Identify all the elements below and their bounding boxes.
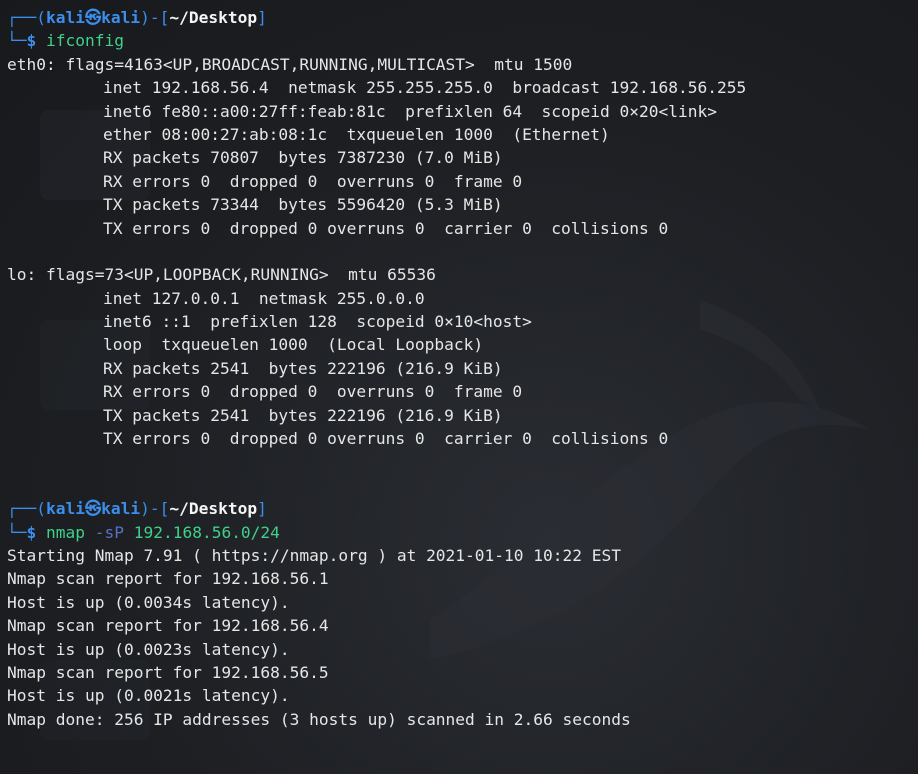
command-nmap: nmap	[46, 522, 85, 542]
lo-line: inet 127.0.0.1 netmask 255.0.0.0	[103, 288, 425, 308]
command-flag: -sP	[94, 522, 124, 542]
eth0-line: TX packets 73344 bytes 5596420 (5.3 MiB)	[103, 195, 503, 215]
prompt-bracket: )-[	[140, 499, 170, 519]
lo-line: TX packets 2541 bytes 222196 (216.9 KiB)	[103, 405, 503, 425]
prompt-line-2: ┌──(kali㉿kali)-[~/Desktop]	[7, 497, 918, 520]
lo-line: RX errors 0 dropped 0 overruns 0 frame 0	[103, 382, 523, 402]
lo-line: loop txqueuelen 1000 (Local Loopback)	[103, 335, 484, 355]
prompt-corner: ┌──(	[7, 8, 46, 27]
nmap-output-line: Starting Nmap 7.91 ( https://nmap.org ) …	[7, 545, 621, 565]
prompt-bracket: )-[	[140, 8, 170, 27]
prompt-bracket-close: ]	[257, 8, 267, 27]
command-line-1: └─$ ifconfig	[7, 29, 918, 52]
nmap-output-line: Nmap scan report for 192.168.56.1	[7, 569, 329, 589]
eth0-line: inet 192.168.56.4 netmask 255.255.255.0 …	[103, 78, 747, 98]
prompt-path: ~/Desktop	[169, 8, 258, 27]
prompt-at-symbol: ㉿	[84, 499, 102, 519]
prompt-user: kali	[45, 8, 85, 27]
nmap-output-line: Nmap scan report for 192.168.56.5	[7, 662, 329, 682]
command-ifconfig: ifconfig	[46, 31, 124, 51]
eth0-line: TX errors 0 dropped 0 overruns 0 carrier…	[103, 218, 669, 238]
command-line-2: └─$ nmap -sP 192.168.56.0/24	[7, 521, 918, 544]
prompt-corner: ┌──(	[7, 499, 46, 519]
nmap-output-line: Nmap done: 256 IP addresses (3 hosts up)…	[7, 709, 631, 729]
prompt-line-1: ┌──(kali㉿kali)-[~/Desktop]	[7, 6, 918, 29]
lo-line: TX errors 0 dropped 0 overruns 0 carrier…	[103, 429, 669, 449]
lo-line: RX packets 2541 bytes 222196 (216.9 KiB)	[103, 358, 503, 378]
terminal-window[interactable]: ┌──(kali㉿kali)-[~/Desktop] └─$ ifconfig …	[0, 0, 918, 774]
nmap-output-line: Nmap scan report for 192.168.56.4	[7, 616, 329, 636]
prompt-at-symbol: ㉿	[84, 8, 102, 27]
lo-header: lo: flags=73<UP,LOOPBACK,RUNNING> mtu 65…	[7, 265, 436, 285]
eth0-line: RX errors 0 dropped 0 overruns 0 frame 0	[103, 171, 523, 191]
prompt-corner-bottom: └─	[7, 31, 27, 51]
eth0-line: RX packets 70807 bytes 7387230 (7.0 MiB)	[103, 148, 503, 168]
nmap-output-line: Host is up (0.0021s latency).	[7, 686, 290, 706]
prompt-corner-bottom: └─	[7, 522, 27, 542]
eth0-line: inet6 fe80::a00:27ff:feab:81c prefixlen …	[103, 101, 717, 121]
prompt-bracket-close: ]	[257, 499, 267, 519]
prompt-user: kali	[45, 499, 85, 519]
prompt-path: ~/Desktop	[169, 499, 258, 519]
eth0-header: eth0: flags=4163<UP,BROADCAST,RUNNING,MU…	[7, 54, 573, 74]
eth0-line: ether 08:00:27:ab:08:1c txqueuelen 1000 …	[103, 124, 610, 144]
prompt-dollar: $	[26, 31, 37, 51]
nmap-output-line: Host is up (0.0023s latency).	[7, 639, 290, 659]
prompt-dollar: $	[26, 522, 37, 542]
prompt-host: kali	[101, 8, 141, 27]
prompt-host: kali	[101, 499, 141, 519]
lo-line: inet6 ::1 prefixlen 128 scopeid 0×10<hos…	[103, 312, 532, 332]
nmap-output-line: Host is up (0.0034s latency).	[7, 592, 290, 612]
command-argument: 192.168.56.0/24	[133, 522, 280, 542]
